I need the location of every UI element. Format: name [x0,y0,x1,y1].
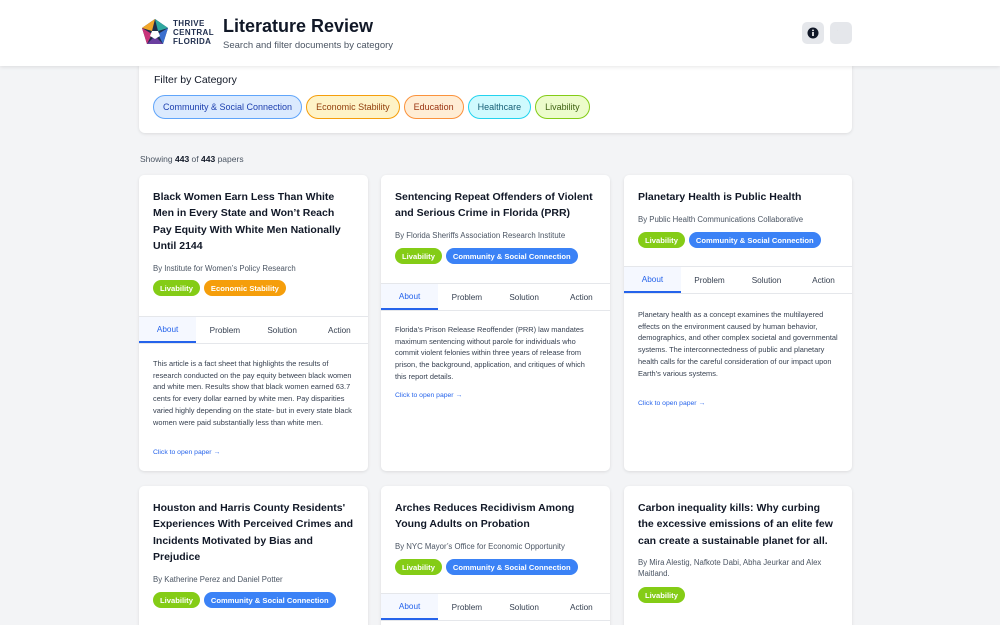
info-icon [807,27,819,39]
tab-action[interactable]: Action [553,594,610,620]
logo-wordmark: THRIVE CENTRAL FLORIDA [173,19,214,46]
paper-tags: Livability Community & Social Connection [638,232,821,248]
paper-card[interactable]: Black Women Earn Less Than White Men in … [139,175,368,471]
paper-description: Planetary health as a concept examines t… [638,310,838,378]
paper-title[interactable]: Houston and Harris County Residents' Exp… [153,500,354,566]
paper-card[interactable]: Arches Reduces Recidivism Among Young Ad… [381,486,610,625]
paper-author: By NYC Mayor’s Office for Economic Oppor… [395,542,565,551]
tab-problem[interactable]: Problem [438,594,495,620]
logo-line: FLORIDA [173,36,212,46]
filter-chip-economic-stability[interactable]: Economic Stability [306,95,400,119]
paper-title[interactable]: Planetary Health is Public Health [638,189,838,205]
tab-problem[interactable]: Problem [438,284,495,310]
paper-tags: Livability Community & Social Connection [153,592,336,608]
paper-tabs: About Problem Solution Action [624,266,852,294]
paper-card[interactable]: Houston and Harris County Residents' Exp… [139,486,368,625]
dark-mode-toggle[interactable] [830,22,852,44]
tab-solution[interactable]: Solution [496,284,553,310]
results-mid: of [191,154,199,164]
logo-line: THRIVE [173,18,205,28]
paper-title[interactable]: Arches Reduces Recidivism Among Young Ad… [395,500,596,533]
tag-community-social-connection: Community & Social Connection [445,248,578,264]
tab-about[interactable]: About [139,317,197,343]
paper-tabs: About Problem Solution Action [381,593,610,621]
paper-tags: Livability Community & Social Connection [395,559,578,575]
tag-community-social-connection: Community & Social Connection [203,592,336,608]
paper-tabs: About Problem Solution Action [381,283,610,311]
filter-chip-education[interactable]: Education [403,95,464,119]
paper-description: This article is a fact sheet that highli… [153,359,352,427]
results-prefix: Showing [140,154,173,164]
tag-community-social-connection: Community & Social Connection [688,232,821,248]
paper-author: By Public Health Communications Collabor… [638,215,804,224]
open-paper-link[interactable]: Click to open paper → [153,449,220,456]
logo-pentagon-icon [142,19,168,44]
tab-action[interactable]: Action [795,267,852,293]
filter-chip-livability[interactable]: Livability [535,95,590,119]
paper-title[interactable]: Sentencing Repeat Offenders of Violent a… [395,189,596,222]
page-subtitle: Search and filter documents by category [223,40,394,51]
results-total: 443 [201,154,216,164]
paper-tags: Livability Community & Social Connection [395,248,578,264]
tab-about[interactable]: About [624,267,681,293]
tag-community-social-connection: Community & Social Connection [445,559,578,575]
tab-solution[interactable]: Solution [496,594,553,620]
paper-tags: Livability Economic Stability [153,280,286,296]
results-suffix: papers [217,154,244,164]
page-title: Literature Review [223,16,374,36]
category-chips: Community & Social Connection Economic S… [153,95,590,119]
logo-line: CENTRAL [173,27,215,37]
paper-tags: Livability [638,587,685,603]
tab-problem[interactable]: Problem [196,317,253,343]
tab-action[interactable]: Action [553,284,610,310]
filter-chip-community[interactable]: Community & Social Connection [153,95,303,119]
filter-chip-healthcare[interactable]: Healthcare [467,95,532,119]
tag-livability: Livability [638,587,685,603]
tag-livability: Livability [638,232,685,248]
moon-icon [836,28,845,37]
paper-title[interactable]: Black Women Earn Less Than White Men in … [153,189,354,255]
title-block: Literature Review Search and filter docu… [223,15,393,51]
tag-economic-stability: Economic Stability [203,280,286,296]
open-paper-link[interactable]: Click to open paper → [395,392,462,399]
app-header: THRIVE CENTRAL FLORIDA Literature Review… [0,0,1000,66]
paper-author: By Mira Alestig, Nafkote Dabi, Abha Jeur… [638,558,822,578]
tag-livability: Livability [153,280,200,296]
tab-solution[interactable]: Solution [738,267,795,293]
paper-author: By Institute for Women’s Policy Research [153,264,296,273]
paper-card[interactable]: Planetary Health is Public Health By Pub… [624,175,852,471]
info-button[interactable] [802,22,824,44]
results-count: Showing 443 of 443 papers [140,154,244,164]
tab-problem[interactable]: Problem [681,267,738,293]
results-shown: 443 [174,154,190,164]
paper-tabs: About Problem Solution Action [139,316,368,344]
tag-livability: Livability [153,592,200,608]
category-filter-panel: Filter by Category Community & Social Co… [139,64,852,133]
tab-solution[interactable]: Solution [254,317,311,343]
tab-action[interactable]: Action [311,317,368,343]
paper-author: By Katherine Perez and Daniel Potter [153,575,283,584]
paper-author: By Florida Sheriffs Association Research… [395,231,566,240]
paper-card[interactable]: Sentencing Repeat Offenders of Violent a… [381,175,610,471]
paper-title[interactable]: Carbon inequality kills: Why curbing the… [638,500,838,549]
tag-livability: Livability [395,248,442,264]
thrive-central-florida-logo[interactable]: THRIVE CENTRAL FLORIDA [140,17,214,47]
paper-description: Florida’s Prison Release Reoffender (PRR… [395,325,585,381]
tab-about[interactable]: About [381,284,439,310]
paper-card[interactable]: Carbon inequality kills: Why curbing the… [624,486,852,625]
tab-about[interactable]: About [381,594,439,620]
open-paper-link[interactable]: Click to open paper → [638,400,705,407]
filter-title: Filter by Category [154,74,237,86]
tag-livability: Livability [395,559,442,575]
